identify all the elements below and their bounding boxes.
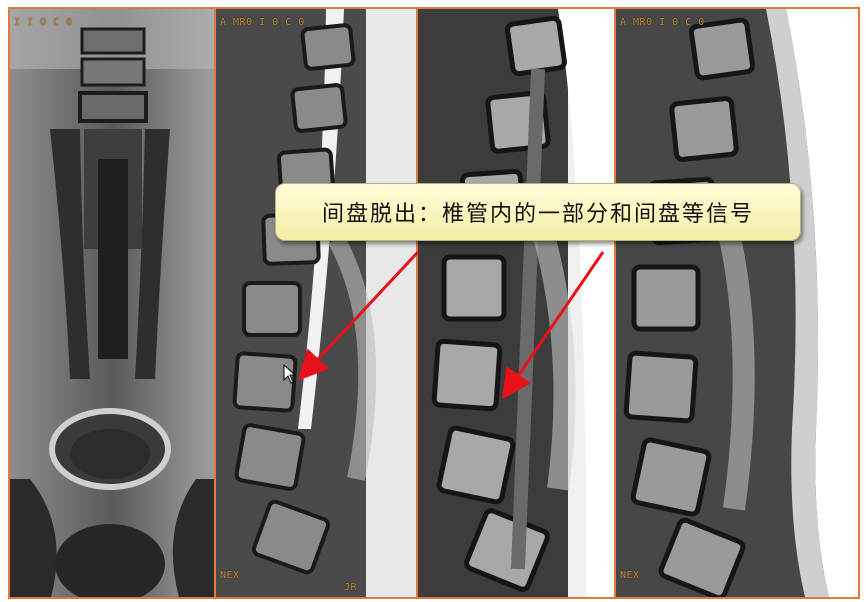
arrow-left xyxy=(297,250,420,381)
callout-text: 间盘脱出：椎管内的一部分和间盘等信号 xyxy=(321,202,754,227)
annotation-arrows xyxy=(297,250,605,400)
arrow-right xyxy=(501,251,605,400)
mouse-cursor-icon xyxy=(283,364,297,384)
annotation-callout: 间盘脱出：椎管内的一部分和间盘等信号 xyxy=(275,183,801,241)
